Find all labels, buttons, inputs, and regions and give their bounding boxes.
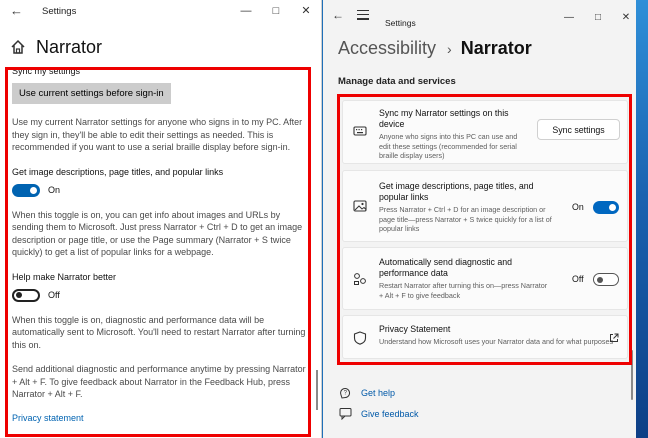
image-card-text: Get image descriptions, page titles, and… (379, 181, 559, 234)
narrator-settings-content: Sync my settings Use current settings be… (12, 66, 312, 423)
maximize-icon[interactable]: □ (587, 10, 609, 26)
image-descriptions-card: Get image descriptions, page titles, and… (342, 170, 628, 242)
sync-description: Use my current Narrator settings for any… (12, 117, 303, 152)
sync-settings-card: Sync my Narrator settings on this device… (342, 100, 628, 164)
back-arrow-icon[interactable]: ← (10, 3, 24, 19)
help-improve-toggle-row: Off (12, 288, 312, 302)
diagnostics-toggle-label: Off (572, 274, 584, 284)
image-descriptions-description: When this toggle is on, you can get info… (12, 209, 303, 258)
get-help-link[interactable]: Get help (361, 388, 395, 398)
minimize-icon[interactable]: — (234, 2, 258, 20)
sync-card-description: Anyone who signs into this PC can use an… (379, 132, 518, 160)
breadcrumb-separator: › (447, 41, 452, 57)
svg-text:?: ? (344, 391, 348, 397)
image-card-description: Press Narrator + Ctrl + D for an image d… (379, 205, 552, 233)
keyboard-icon (353, 126, 367, 136)
image-card-title: Get image descriptions, page titles, and… (379, 181, 534, 202)
feedback-description: Send additional diagnostic and performan… (12, 364, 306, 399)
give-feedback-row[interactable]: Give feedback (339, 407, 419, 420)
scrollbar[interactable] (631, 350, 633, 400)
feedback-icon (339, 408, 352, 420)
image-descriptions-toggle[interactable] (12, 183, 40, 197)
image-descriptions-heading: Get image descriptions, page titles, and… (12, 166, 224, 177)
diagnostics-card-text: Automatically send diagnostic and perfor… (379, 257, 549, 300)
image-descriptions-toggle-state: On (48, 185, 61, 195)
privacy-card-description: Understand how Microsoft uses your Narra… (379, 337, 614, 346)
breadcrumb-narrator: Narrator (460, 38, 532, 58)
image-descriptions-toggle-row: On (12, 183, 312, 197)
desktop-wallpaper (636, 0, 648, 438)
diagnostics-card: Automatically send diagnostic and perfor… (342, 247, 628, 310)
use-current-settings-button[interactable]: Use current settings before sign-in (12, 83, 171, 104)
close-icon[interactable]: ✕ (615, 10, 636, 26)
help-improve-heading: Help make Narrator better (12, 271, 117, 282)
page-title: Narrator (36, 36, 103, 57)
privacy-card-title: Privacy Statement (379, 324, 451, 334)
win10-settings-window: ← Settings — □ ✕ Narrator Sync my settin… (0, 0, 322, 438)
diagnostics-icon (354, 273, 366, 285)
minimize-icon[interactable]: — (558, 10, 580, 26)
back-arrow-icon[interactable]: ← (332, 8, 346, 22)
image-toggle-label: On (572, 202, 584, 212)
sync-card-title: Sync my Narrator settings on this device (379, 108, 509, 129)
home-icon (11, 39, 25, 54)
hamburger-menu-icon[interactable] (357, 10, 369, 20)
image-descriptions-toggle[interactable] (593, 201, 619, 214)
privacy-card-text: Privacy Statement Understand how Microso… (379, 324, 614, 347)
diagnostics-card-description: Restart Narrator after turning this on—p… (379, 281, 548, 300)
give-feedback-link[interactable]: Give feedback (361, 409, 419, 419)
help-improve-toggle-state: Off (48, 290, 60, 300)
scrollbar[interactable] (316, 370, 318, 410)
breadcrumb-accessibility[interactable]: Accessibility (338, 38, 436, 59)
sync-card-text: Sync my Narrator settings on this device… (379, 108, 529, 161)
sync-settings-button[interactable]: Sync settings (537, 119, 620, 140)
close-icon[interactable]: ✕ (294, 2, 318, 20)
external-link-icon[interactable] (609, 333, 619, 343)
win11-settings-window: ← Settings — □ ✕ Accessibility › Narrato… (323, 0, 636, 438)
app-title: Settings (385, 18, 416, 28)
help-improve-toggle[interactable] (12, 288, 40, 302)
diagnostics-card-title: Automatically send diagnostic and perfor… (379, 257, 513, 278)
diagnostics-toggle[interactable] (593, 273, 619, 286)
sync-settings-heading: Sync my settings (12, 66, 81, 76)
get-help-row[interactable]: ? Get help (339, 386, 395, 399)
help-icon: ? (340, 388, 351, 399)
section-title: Manage data and services (338, 76, 456, 87)
shield-icon (353, 331, 367, 345)
win11-titlebar: ← Settings — □ ✕ (323, 0, 636, 32)
privacy-statement-card[interactable]: Privacy Statement Understand how Microso… (342, 315, 628, 359)
privacy-statement-link[interactable]: Privacy statement (12, 413, 312, 423)
page-header: Narrator (10, 34, 102, 60)
app-title: Settings (42, 6, 77, 17)
win10-titlebar: ← Settings — □ ✕ (0, 0, 321, 24)
breadcrumb: Accessibility › Narrator (338, 38, 532, 59)
image-icon (353, 200, 367, 212)
help-improve-description: When this toggle is on, diagnostic and p… (12, 314, 306, 350)
maximize-icon[interactable]: □ (264, 2, 288, 20)
